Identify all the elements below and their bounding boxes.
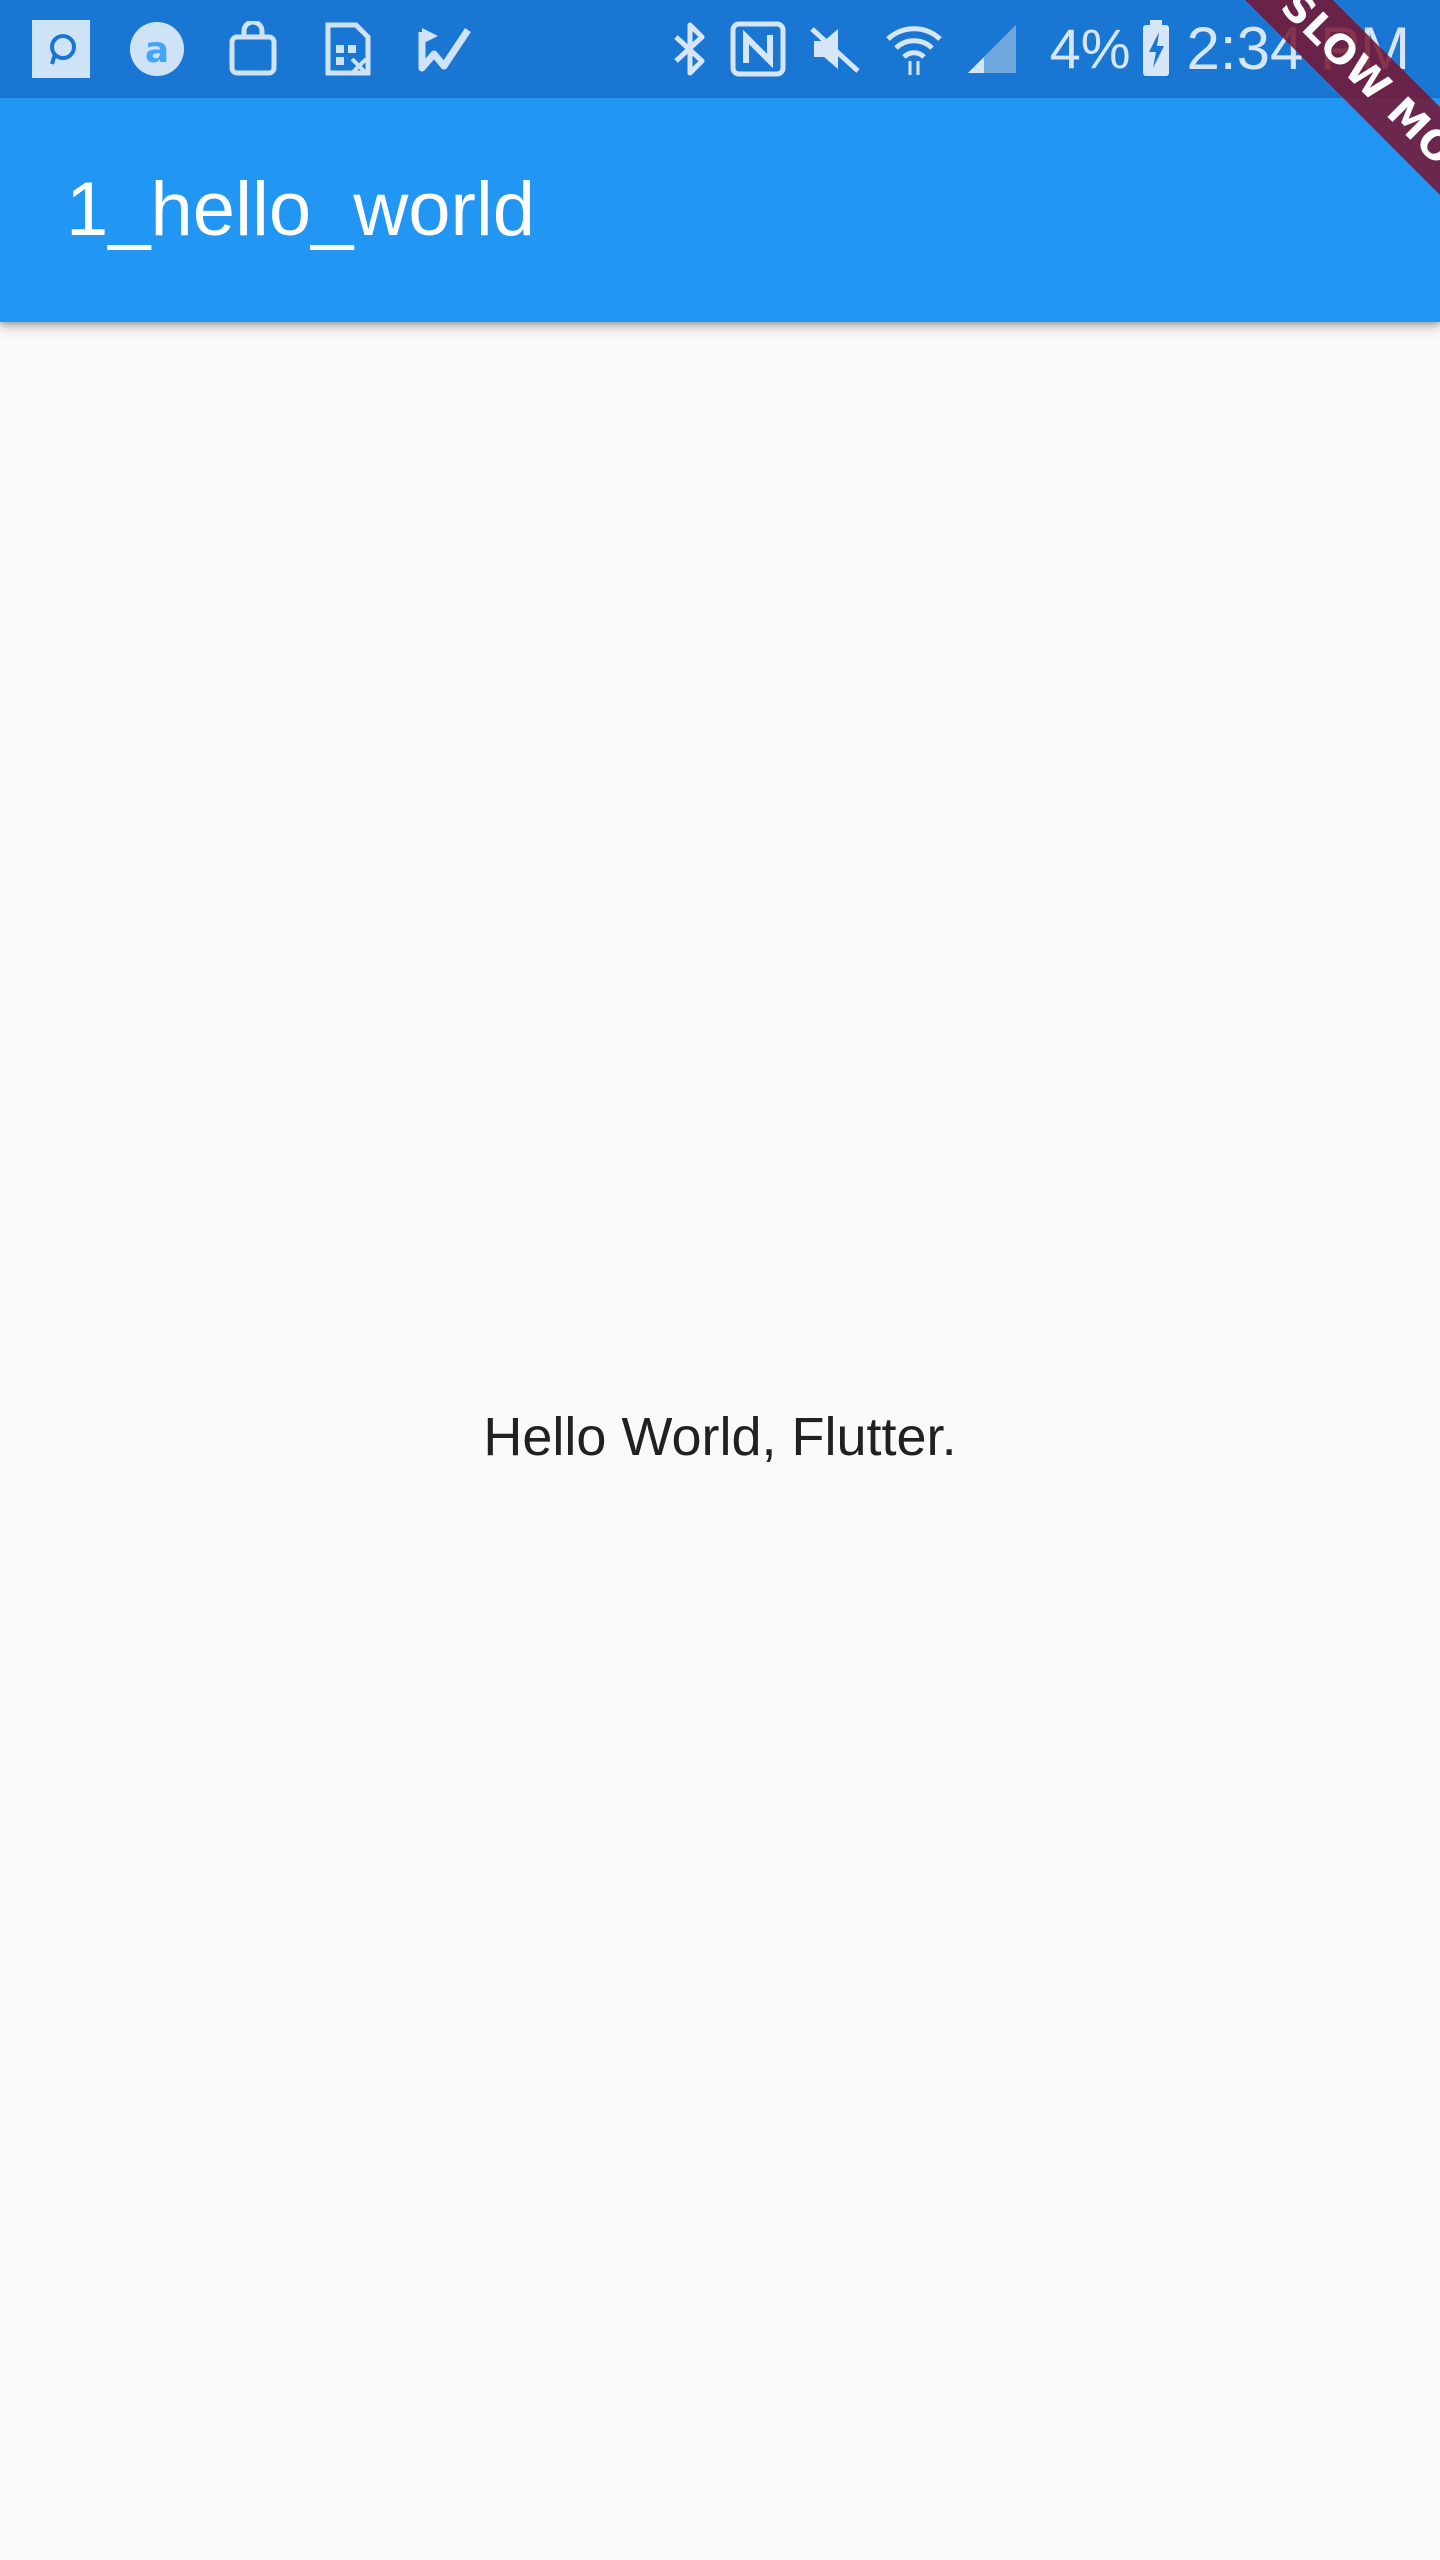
signal-icon [964,18,1020,80]
nfc-icon [730,18,786,80]
status-clock: 2:34 PM [1186,15,1410,82]
app-title: 1_hello_world [66,167,535,252]
bluetooth-icon [670,18,710,80]
sim-card-icon [318,18,380,80]
notification-icons: a [30,18,510,80]
tasks-check-icon [414,18,476,80]
wifi-icon [884,18,944,80]
mute-icon [806,18,864,80]
battery-charging-icon [1141,18,1171,80]
svg-text:a: a [145,30,169,71]
system-icons: 4% 2:34 PM [650,14,1410,84]
messages-app-icon [30,18,92,80]
browser-app-icon: a [126,18,188,80]
battery-percentage: 4% [1049,17,1131,80]
hello-world-text: Hello World, Flutter. [483,1407,957,1467]
app-bar: 1_hello_world [0,98,1440,322]
status-bar: a 4% 2:34 PM [0,0,1440,98]
body-content: Hello World, Flutter. [0,322,1440,2560]
shopping-bag-icon [222,18,284,80]
app-screen: a 4% 2:34 PM 1_hello_world Hello World, … [0,0,1440,2560]
